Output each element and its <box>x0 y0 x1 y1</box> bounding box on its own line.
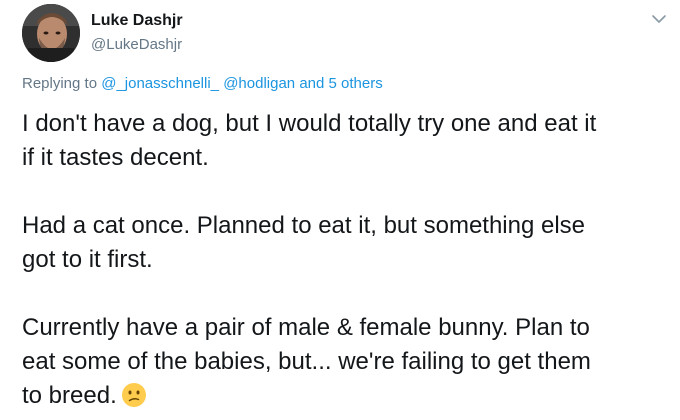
tweet-line: Had a cat once. Planned to eat it, but s… <box>22 212 586 239</box>
avatar[interactable] <box>22 4 80 62</box>
replying-to-label: Replying to <box>22 75 98 92</box>
author-handle[interactable]: @LukeDashjr <box>91 36 182 53</box>
tweet-line: to breed. <box>22 382 117 409</box>
mention-link-jonasschnelli[interactable]: @_jonasschnelli_ <box>101 75 219 92</box>
tweet-text: I don't have a dog, but I would totally … <box>22 107 672 413</box>
mention-link-hodligan[interactable]: @hodligan <box>223 75 295 92</box>
tweet-line: I don't have a dog, but I would totally … <box>22 110 597 137</box>
chevron-down-icon[interactable] <box>650 12 668 26</box>
tweet-card: Luke Dashjr @LukeDashjr Replying to @_jo… <box>0 0 680 420</box>
tweet-last-line: to breed. <box>22 379 672 413</box>
replying-to-line: Replying to @_jonasschnelli_ @hodligan a… <box>22 75 383 92</box>
author-name[interactable]: Luke Dashjr <box>91 12 183 30</box>
tweet-line: if it tastes decent. <box>22 144 209 171</box>
tweet-line: got to it first. <box>22 246 153 273</box>
tweet-line: Currently have a pair of male & female b… <box>22 314 590 341</box>
tweet-line: eat some of the babies, but... we're fai… <box>22 348 591 375</box>
confused-face-icon <box>121 382 147 408</box>
and-others-link[interactable]: and 5 others <box>299 75 382 92</box>
